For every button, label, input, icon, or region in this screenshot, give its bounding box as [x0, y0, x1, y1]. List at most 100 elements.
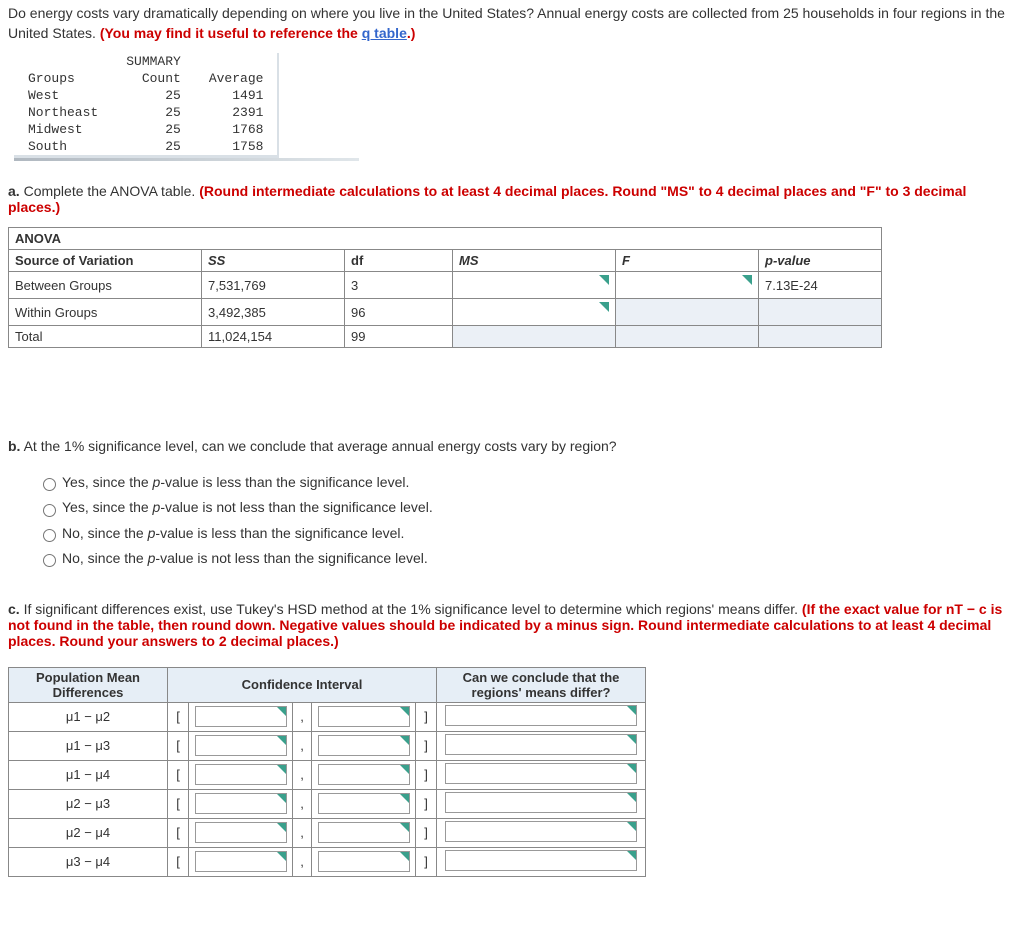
flag-icon — [627, 851, 636, 860]
ci-upper-input[interactable] — [312, 847, 416, 876]
flag-icon — [599, 275, 609, 285]
flag-icon — [599, 302, 609, 312]
radio-input[interactable] — [43, 529, 56, 542]
flag-icon — [627, 735, 636, 744]
ms-within-input[interactable] — [453, 299, 616, 326]
ci-upper-input[interactable] — [312, 789, 416, 818]
ci-lower-input[interactable] — [189, 731, 293, 760]
blank-cell — [616, 299, 759, 326]
radio-input[interactable] — [43, 554, 56, 567]
conclusion-input[interactable] — [437, 847, 646, 876]
ci-lower-input[interactable] — [189, 818, 293, 847]
summary-row: West251491 — [14, 87, 278, 104]
ci-upper-input[interactable] — [312, 818, 416, 847]
tukey-row: μ1 − μ4 [ , ] — [9, 760, 646, 789]
flag-icon — [277, 765, 286, 774]
part-a-label: a. — [8, 183, 20, 199]
flag-icon — [400, 823, 409, 832]
flag-icon — [277, 794, 286, 803]
anova-row-total: Total 11,024,154 99 — [9, 326, 882, 348]
flag-icon — [400, 736, 409, 745]
flag-icon — [627, 706, 636, 715]
tukey-row: μ2 − μ3 [ , ] — [9, 789, 646, 818]
q-table-link[interactable]: q table — [362, 25, 407, 41]
anova-table: ANOVA Source of Variation SS df MS F p-v… — [8, 227, 882, 348]
part-c: c. If significant differences exist, use… — [8, 601, 1016, 649]
part-b-options: Yes, since the p-value is less than the … — [38, 470, 1016, 571]
ci-upper-input[interactable] — [312, 731, 416, 760]
anova-col-p: p-value — [765, 253, 811, 268]
ci-lower-input[interactable] — [189, 847, 293, 876]
flag-icon — [277, 823, 286, 832]
blank-cell — [759, 299, 882, 326]
tukey-row: μ2 − μ4 [ , ] — [9, 818, 646, 847]
flag-icon — [400, 707, 409, 716]
ms-between-input[interactable] — [453, 272, 616, 299]
flag-icon — [627, 764, 636, 773]
summary-shadow — [14, 158, 359, 161]
tukey-row: μ3 − μ4 [ , ] — [9, 847, 646, 876]
anova-col-f: F — [622, 253, 630, 268]
summary-col-average: Average — [195, 70, 279, 87]
flag-icon — [627, 793, 636, 802]
tukey-row: μ1 − μ3 [ , ] — [9, 731, 646, 760]
anova-row-within: Within Groups 3,492,385 96 — [9, 299, 882, 326]
flag-icon — [277, 852, 286, 861]
radio-option-4[interactable]: No, since the p-value is not less than t… — [38, 546, 1016, 571]
summary-title: SUMMARY — [112, 53, 195, 70]
conclusion-input[interactable] — [437, 702, 646, 731]
anova-col-ss: SS — [208, 253, 225, 268]
part-b-text: At the 1% significance level, can we con… — [24, 438, 617, 454]
ci-lower-input[interactable] — [189, 789, 293, 818]
summary-row: Midwest251768 — [14, 121, 278, 138]
summary-row: Northeast252391 — [14, 104, 278, 121]
summary-table: SUMMARY Groups Count Average West251491 … — [14, 53, 279, 158]
anova-row-between: Between Groups 7,531,769 3 7.13E-24 — [9, 272, 882, 299]
radio-input[interactable] — [43, 478, 56, 491]
anova-title: ANOVA — [9, 228, 882, 250]
flag-icon — [400, 852, 409, 861]
blank-cell — [453, 326, 616, 348]
radio-option-3[interactable]: No, since the p-value is less than the s… — [38, 521, 1016, 546]
summary-table-wrap: SUMMARY Groups Count Average West251491 … — [14, 53, 1016, 161]
part-a-text: Complete the ANOVA table. — [24, 183, 200, 199]
part-c-text: If significant differences exist, use Tu… — [24, 601, 802, 617]
radio-option-2[interactable]: Yes, since the p-value is not less than … — [38, 495, 1016, 520]
radio-option-1[interactable]: Yes, since the p-value is less than the … — [38, 470, 1016, 495]
flag-icon — [400, 794, 409, 803]
flag-icon — [400, 765, 409, 774]
ci-upper-input[interactable] — [312, 702, 416, 731]
conclusion-input[interactable] — [437, 818, 646, 847]
summary-col-count: Count — [112, 70, 195, 87]
blank-cell — [759, 326, 882, 348]
intro-red: (You may find it useful to reference the… — [100, 25, 416, 41]
f-input[interactable] — [616, 272, 759, 299]
tukey-col-conc: Can we conclude that the regions' means … — [437, 667, 646, 702]
part-a: a. Complete the ANOVA table. (Round inte… — [8, 183, 1016, 215]
question-intro: Do energy costs vary dramatically depend… — [8, 4, 1016, 43]
conclusion-input[interactable] — [437, 731, 646, 760]
tukey-col-pmd: Population Mean Differences — [9, 667, 168, 702]
ci-upper-input[interactable] — [312, 760, 416, 789]
radio-input[interactable] — [43, 504, 56, 517]
flag-icon — [277, 736, 286, 745]
part-c-label: c. — [8, 601, 20, 617]
conclusion-input[interactable] — [437, 760, 646, 789]
flag-icon — [742, 275, 752, 285]
tukey-col-ci: Confidence Interval — [168, 667, 437, 702]
flag-icon — [277, 707, 286, 716]
anova-col-source: Source of Variation — [9, 250, 202, 272]
conclusion-input[interactable] — [437, 789, 646, 818]
part-b: b. At the 1% significance level, can we … — [8, 438, 1016, 454]
tukey-table: Population Mean Differences Confidence I… — [8, 667, 646, 877]
tukey-row: μ1 − μ2 [ , ] — [9, 702, 646, 731]
flag-icon — [627, 822, 636, 831]
ci-lower-input[interactable] — [189, 702, 293, 731]
anova-col-ms: MS — [459, 253, 479, 268]
blank-cell — [616, 326, 759, 348]
ci-lower-input[interactable] — [189, 760, 293, 789]
summary-row: South251758 — [14, 138, 278, 157]
part-b-label: b. — [8, 438, 20, 454]
anova-col-df: df — [345, 250, 453, 272]
summary-col-groups: Groups — [14, 70, 112, 87]
